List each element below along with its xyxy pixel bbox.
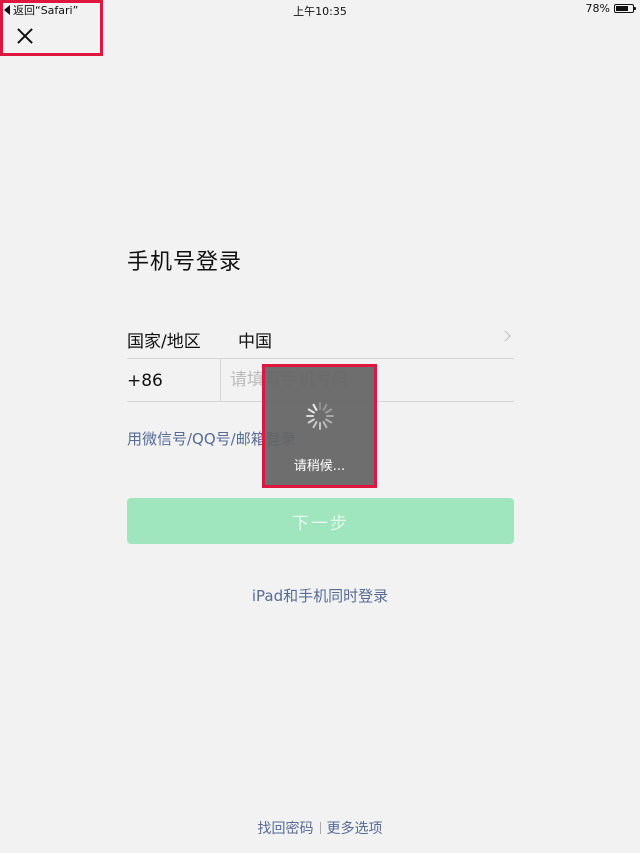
spinner-icon: [305, 401, 335, 431]
battery-icon: [614, 4, 636, 13]
region-row[interactable]: 国家/地区 中国: [127, 316, 514, 359]
recover-password-link[interactable]: 找回密码: [258, 821, 314, 837]
close-icon[interactable]: [15, 26, 35, 46]
next-button[interactable]: 下一步: [127, 498, 514, 544]
toast-text: 请稍候...: [293, 459, 346, 474]
battery-fill: [616, 6, 629, 11]
spinner-spoke: [322, 420, 328, 429]
spinner-spoke: [324, 418, 333, 424]
field-divider: [220, 359, 221, 401]
chevron-right-icon: [499, 330, 511, 342]
ipad-login-link: iPad和手机同时登录: [0, 585, 640, 606]
spinner-spoke: [306, 415, 314, 417]
spinner-spoke: [324, 408, 333, 414]
spinner-spoke: [326, 415, 334, 417]
loading-toast: 请稍候...: [262, 364, 377, 488]
spinner-spoke: [319, 422, 321, 430]
ipad-login-text[interactable]: iPad和手机同时登录: [252, 587, 388, 605]
more-options-link[interactable]: 更多选项: [327, 821, 383, 837]
spinner-spoke: [312, 420, 318, 429]
battery-indicator: 78%: [585, 2, 636, 15]
footer-divider: [319, 822, 321, 834]
footer-links: 找回密码 更多选项: [0, 818, 640, 838]
spinner-spoke: [319, 402, 321, 410]
battery-percent: 78%: [585, 2, 610, 15]
region-label: 国家/地区: [127, 332, 201, 352]
page-title: 手机号登录: [127, 250, 243, 275]
region-value: 中国: [238, 332, 272, 352]
country-code[interactable]: +86: [127, 371, 163, 391]
